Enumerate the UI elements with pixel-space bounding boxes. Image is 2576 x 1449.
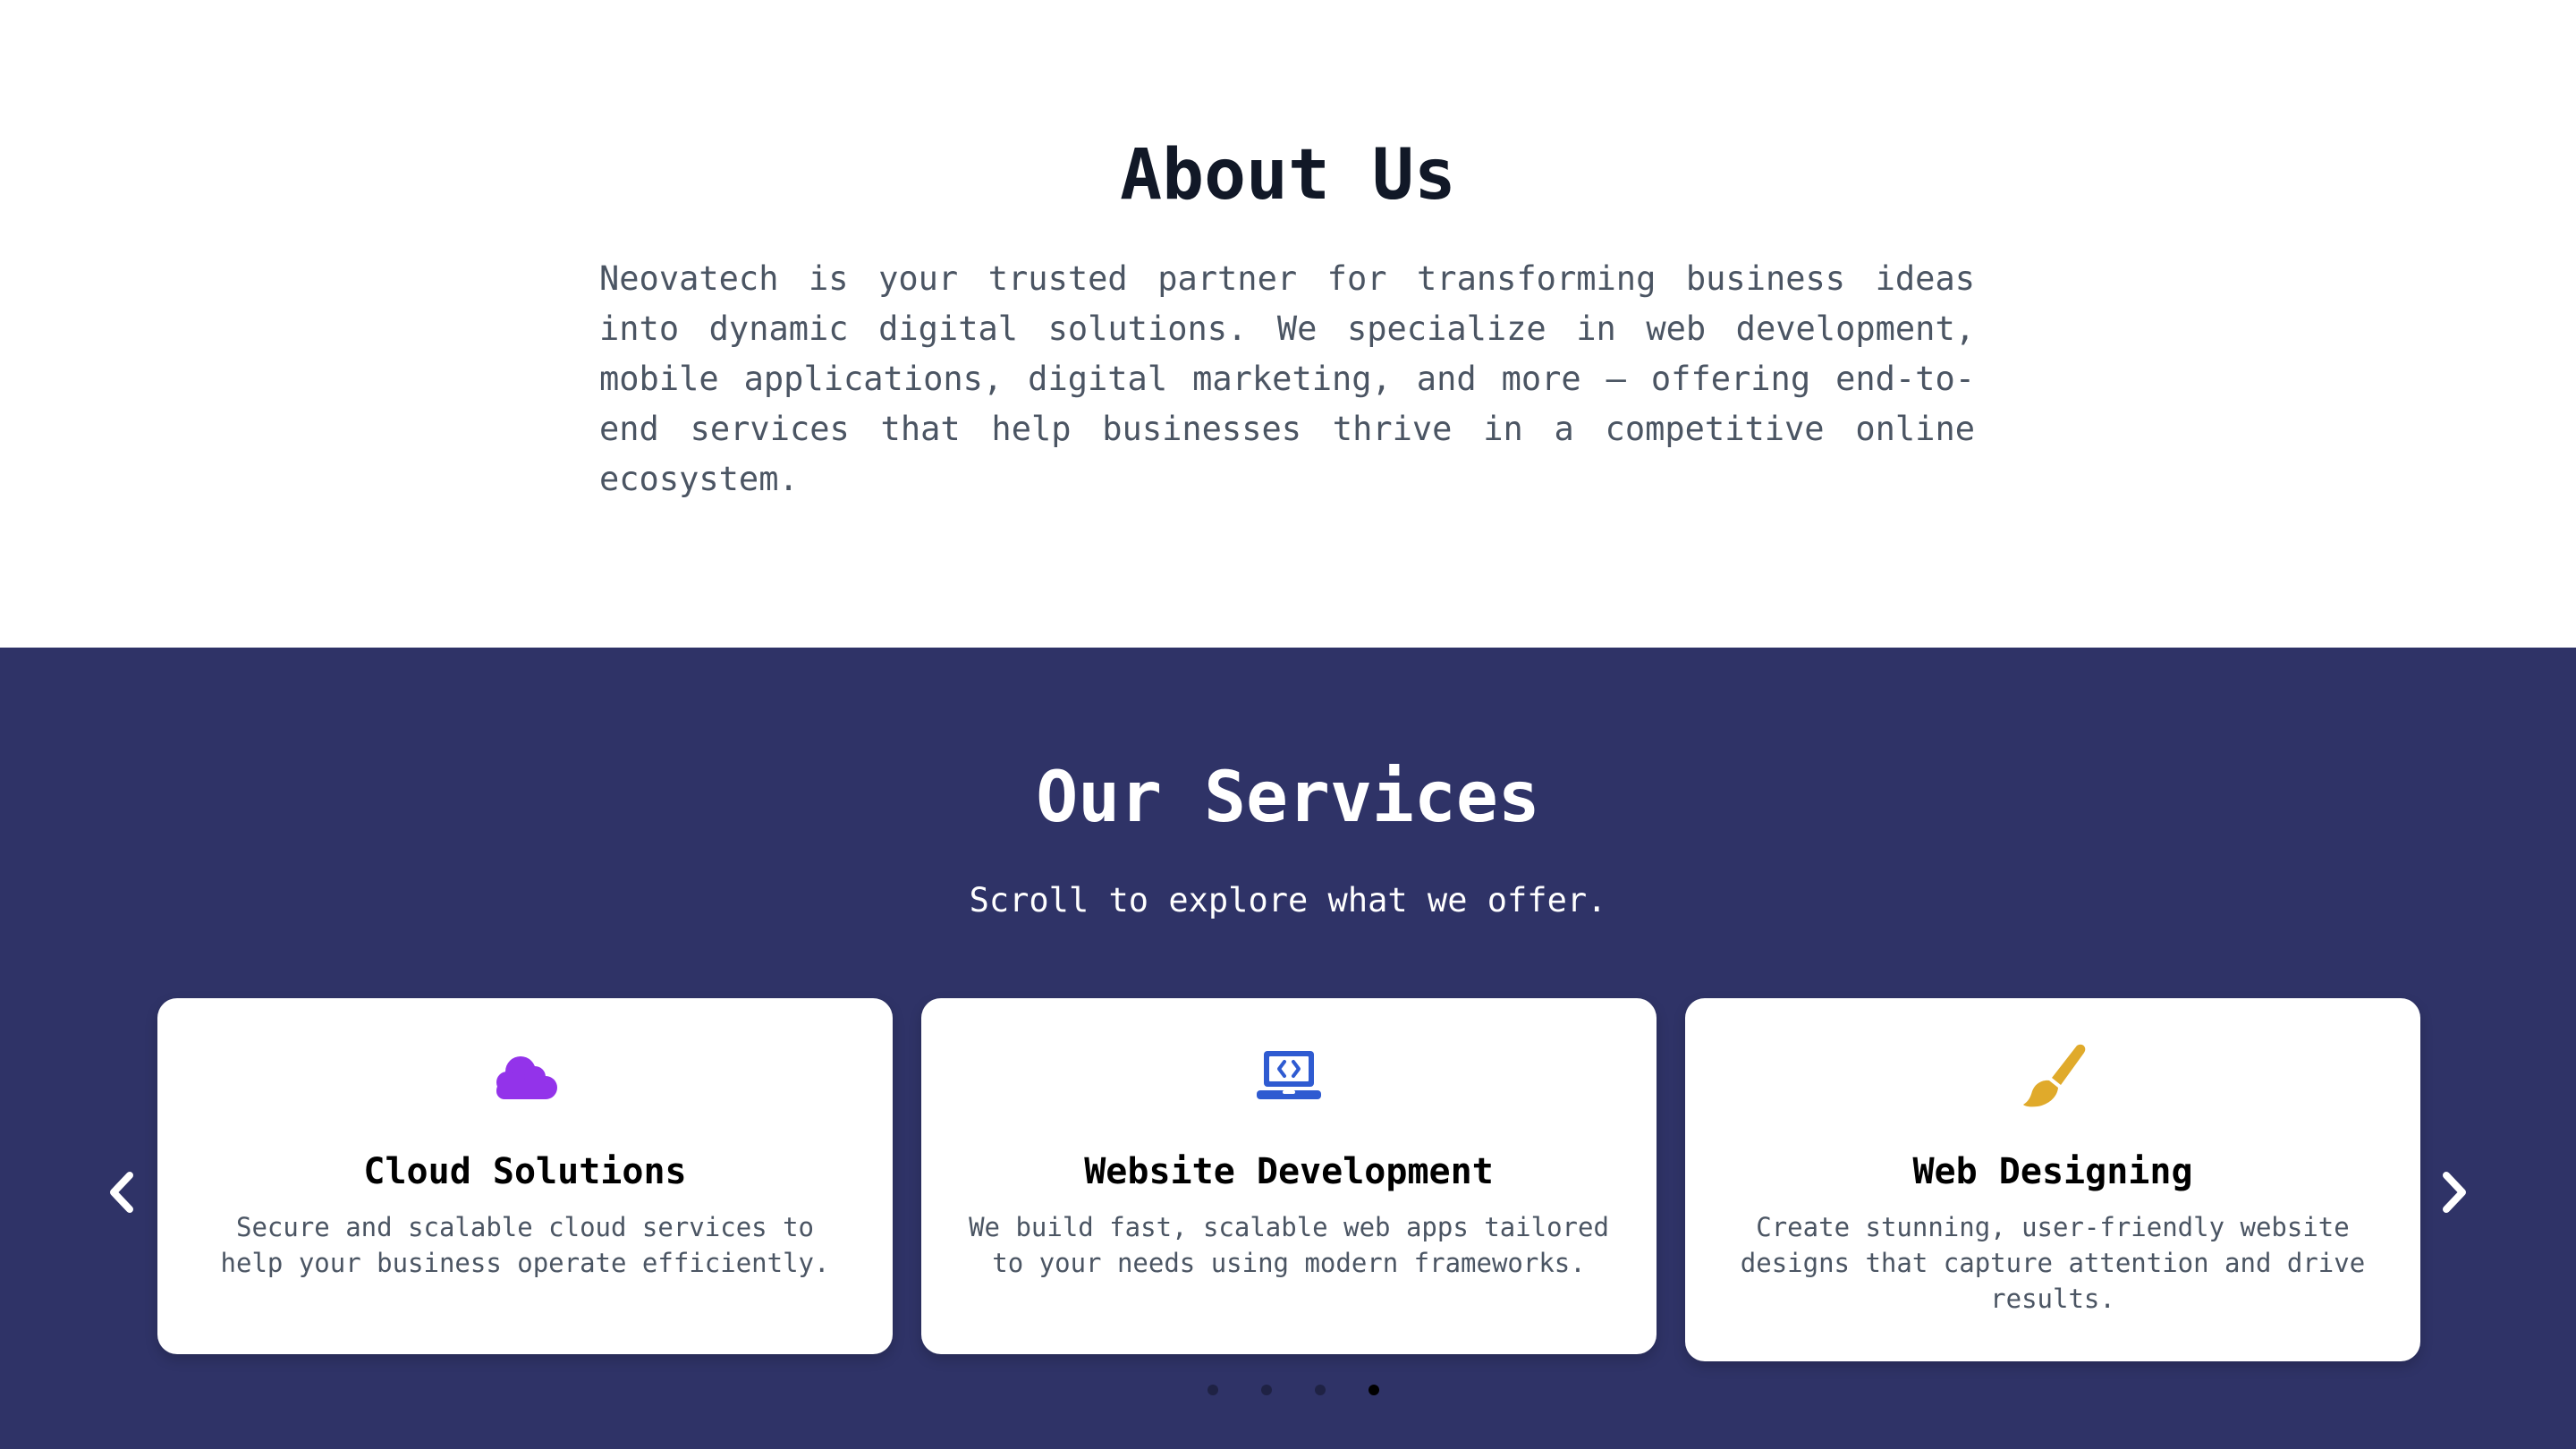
service-card-description: We build fast, scalable web apps tailore… xyxy=(969,1212,1609,1278)
services-subtitle: Scroll to explore what we offer. xyxy=(969,881,1607,919)
cloud-icon xyxy=(496,1056,557,1099)
about-title: About Us xyxy=(1120,135,1456,216)
carousel-dot-3[interactable] xyxy=(1315,1385,1326,1395)
carousel-prev-button[interactable] xyxy=(95,1161,148,1224)
service-card-website-development[interactable]: Website Development We build fast, scala… xyxy=(921,998,1657,1354)
paint-brush-icon xyxy=(2023,1044,2086,1107)
services-title: Our Services xyxy=(1036,758,1540,838)
carousel-next-button[interactable] xyxy=(2428,1161,2481,1224)
service-card-description: Create stunning, user-friendly website d… xyxy=(1740,1212,2366,1314)
carousel-dot-4[interactable] xyxy=(1368,1385,1379,1395)
chevron-left-icon xyxy=(110,1172,133,1213)
service-card-cloud[interactable]: Cloud Solutions Secure and scalable clou… xyxy=(157,998,893,1354)
carousel-dot-1[interactable] xyxy=(1208,1385,1218,1395)
service-card-title: Website Development xyxy=(1084,1151,1494,1192)
carousel-pagination xyxy=(1195,1381,1392,1399)
chevron-right-icon xyxy=(2443,1172,2466,1213)
about-section: About Us Neovatech is your trusted partn… xyxy=(0,0,2576,648)
laptop-code-icon xyxy=(1257,1051,1321,1099)
services-section: Our Services Scroll to explore what we o… xyxy=(0,648,2576,1449)
service-card-title: Web Designing xyxy=(1912,1151,2193,1192)
service-card-web-designing[interactable]: Web Designing Create stunning, user-frie… xyxy=(1685,998,2420,1361)
service-card-title: Cloud Solutions xyxy=(363,1151,687,1192)
carousel-dot-2[interactable] xyxy=(1261,1385,1272,1395)
service-card-description: Secure and scalable cloud services to he… xyxy=(220,1212,830,1278)
about-description: Neovatech is your trusted partner for tr… xyxy=(599,259,1975,498)
